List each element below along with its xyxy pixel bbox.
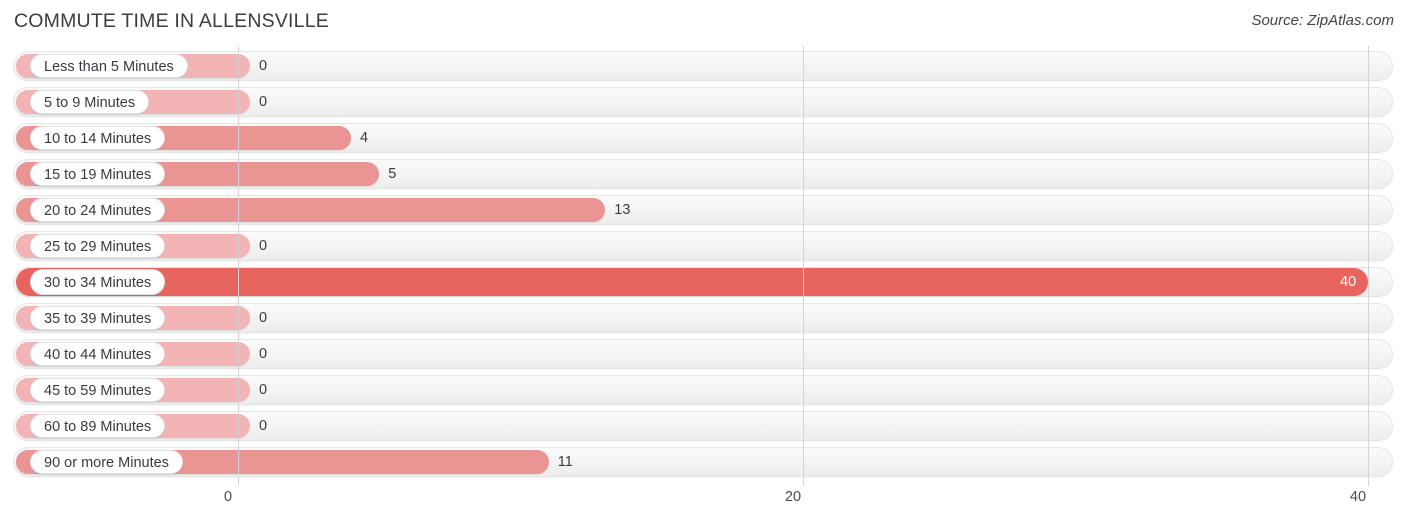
- gridline-40: [1368, 46, 1369, 486]
- category-label: 25 to 29 Minutes: [30, 234, 166, 258]
- category-label: 35 to 39 Minutes: [30, 306, 166, 330]
- category-label: 30 to 34 Minutes: [30, 269, 166, 295]
- category-label: 40 to 44 Minutes: [30, 342, 166, 366]
- bar-value-label: 0: [259, 346, 268, 362]
- bar-row[interactable]: 10 to 14 Minutes 4: [0, 120, 1406, 156]
- category-label: 5 to 9 Minutes: [30, 90, 150, 114]
- page-title: COMMUTE TIME IN ALLENSVILLE: [14, 10, 329, 32]
- bar-row[interactable]: 30 to 34 Minutes 40: [0, 264, 1406, 300]
- bar-row[interactable]: 90 or more Minutes 11: [0, 444, 1406, 480]
- x-axis-tick-label: 0: [223, 489, 233, 505]
- bar-row[interactable]: 60 to 89 Minutes 0: [0, 408, 1406, 444]
- gridline-0: [238, 46, 239, 486]
- bar-row[interactable]: 5 to 9 Minutes 0: [0, 84, 1406, 120]
- category-label: Less than 5 Minutes: [30, 54, 188, 78]
- bar-row[interactable]: 25 to 29 Minutes 0: [0, 228, 1406, 264]
- bar-value-label: 40: [1340, 274, 1357, 290]
- category-label: 20 to 24 Minutes: [30, 198, 166, 222]
- bar-row[interactable]: 35 to 39 Minutes 0: [0, 300, 1406, 336]
- bar-value-label: 0: [259, 418, 268, 434]
- bar-value-label: 0: [259, 58, 268, 74]
- bar-row[interactable]: 15 to 19 Minutes 5: [0, 156, 1406, 192]
- bar-value-label: 11: [557, 454, 573, 470]
- category-label: 15 to 19 Minutes: [30, 162, 166, 186]
- category-label: 10 to 14 Minutes: [30, 126, 166, 150]
- category-label: 45 to 59 Minutes: [30, 378, 166, 402]
- category-label: 60 to 89 Minutes: [30, 414, 166, 438]
- bar-value-label: 5: [388, 166, 397, 182]
- bar-fill[interactable]: [16, 268, 1368, 296]
- bar-value-label: 0: [259, 310, 268, 326]
- bar-value-label: 4: [360, 130, 369, 146]
- x-axis-tick-label: 40: [1349, 489, 1367, 505]
- x-axis: 0 20 40: [0, 486, 1406, 523]
- bar-value-label: 0: [259, 94, 268, 110]
- bar-row[interactable]: Less than 5 Minutes 0: [0, 48, 1406, 84]
- chart-header: COMMUTE TIME IN ALLENSVILLE Source: ZipA…: [0, 0, 1406, 46]
- x-axis-tick-label: 20: [784, 489, 802, 505]
- chart-plot-area: Less than 5 Minutes 0 5 to 9 Minutes 0 10 to…: [0, 46, 1406, 486]
- bar-row[interactable]: 45 to 59 Minutes 0: [0, 372, 1406, 408]
- bar-row[interactable]: 20 to 24 Minutes 13: [0, 192, 1406, 228]
- bar-row[interactable]: 40 to 44 Minutes 0: [0, 336, 1406, 372]
- bar-value-label: 13: [614, 202, 631, 218]
- bar-value-label: 0: [259, 238, 268, 254]
- bar-value-label: 0: [259, 382, 268, 398]
- source-attribution: Source: ZipAtlas.com: [1251, 12, 1394, 29]
- category-label: 90 or more Minutes: [30, 450, 183, 474]
- gridline-20: [803, 46, 804, 486]
